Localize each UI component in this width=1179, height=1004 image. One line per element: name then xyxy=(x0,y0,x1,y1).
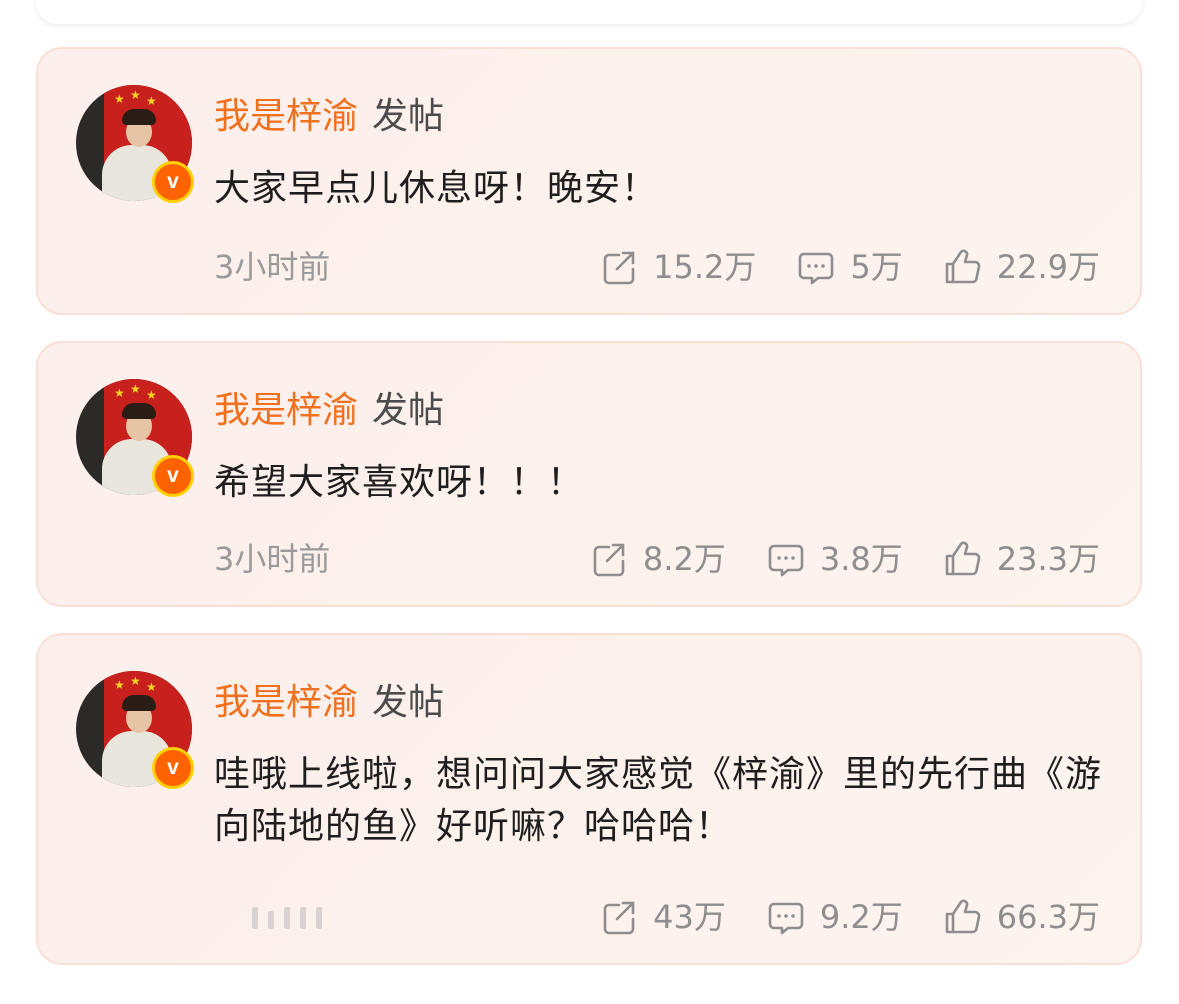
comment-count: 3.8万 xyxy=(819,540,903,578)
post-card[interactable]: ★ ★ ★ v 我是梓渝 发帖 大家早点儿休息呀！晚安！ 3小时前 15.2万 5… xyxy=(36,47,1142,315)
post-stats: 8.2万 3.8万 23.3万 xyxy=(549,539,1100,579)
comment-icon xyxy=(799,252,834,285)
share-button[interactable]: 43万 xyxy=(599,897,726,937)
like-count: 23.3万 xyxy=(996,540,1100,578)
like-button[interactable]: 23.3万 xyxy=(943,539,1100,579)
comment-count: 9.2万 xyxy=(819,898,903,936)
share-button[interactable]: 8.2万 xyxy=(589,539,726,579)
verified-v-icon: v xyxy=(152,161,194,203)
share-button[interactable]: 15.2万 xyxy=(599,247,756,287)
post-card[interactable]: ★ ★ ★ v 我是梓渝 发帖 哇哦上线啦，想问问大家感觉《梓渝》里的先行曲《游向… xyxy=(36,633,1142,965)
author-name[interactable]: 我是梓渝 xyxy=(214,390,358,431)
share-count: 8.2万 xyxy=(642,540,726,578)
author-avatar[interactable]: ★ ★ ★ v xyxy=(76,85,194,203)
share-icon xyxy=(603,251,635,285)
post-time: 3小时前 xyxy=(214,540,331,578)
post-header: 我是梓渝 发帖 xyxy=(214,93,444,141)
like-button[interactable]: 22.9万 xyxy=(943,247,1100,287)
verified-v-icon: v xyxy=(152,747,194,789)
like-button[interactable]: 66.3万 xyxy=(943,897,1100,937)
post-feed: ★ ★ ★ v 我是梓渝 发帖 大家早点儿休息呀！晚安！ 3小时前 15.2万 5… xyxy=(36,47,1142,991)
comment-count: 5万 xyxy=(850,248,903,286)
author-name[interactable]: 我是梓渝 xyxy=(214,96,358,137)
author-name[interactable]: 我是梓渝 xyxy=(214,682,358,723)
comment-button[interactable]: 9.2万 xyxy=(766,897,903,937)
post-header: 我是梓渝 发帖 xyxy=(214,679,444,727)
post-content[interactable]: 大家早点儿休息呀！晚安！ xyxy=(214,163,1104,215)
obscured-timestamp xyxy=(252,907,332,929)
share-count: 15.2万 xyxy=(653,248,757,286)
author-avatar[interactable]: ★ ★ ★ v xyxy=(76,379,194,497)
comment-button[interactable]: 5万 xyxy=(796,247,903,287)
comment-button[interactable]: 3.8万 xyxy=(766,539,903,579)
author-avatar[interactable]: ★ ★ ★ v xyxy=(76,671,194,789)
share-icon xyxy=(593,543,625,577)
post-header: 我是梓渝 发帖 xyxy=(214,387,444,435)
post-content[interactable]: 希望大家喜欢呀！！！ xyxy=(214,457,1104,509)
verified-v-icon: v xyxy=(152,455,194,497)
like-icon xyxy=(945,541,981,576)
post-action-label: 发帖 xyxy=(372,390,445,431)
post-card[interactable]: ★ ★ ★ v 我是梓渝 发帖 希望大家喜欢呀！！！ 3小时前 8.2万 3.8万… xyxy=(36,341,1142,607)
like-count: 66.3万 xyxy=(996,898,1100,936)
like-icon xyxy=(945,249,981,284)
post-time: 3小时前 xyxy=(214,248,331,286)
share-icon xyxy=(603,901,635,935)
post-stats: 15.2万 5万 22.9万 xyxy=(559,247,1100,287)
like-count: 22.9万 xyxy=(996,248,1100,286)
comment-icon xyxy=(768,544,804,577)
post-action-label: 发帖 xyxy=(372,682,445,723)
like-icon xyxy=(945,899,981,934)
comment-icon xyxy=(768,902,804,935)
post-stats: 43万 9.2万 66.3万 xyxy=(559,897,1100,937)
post-action-label: 发帖 xyxy=(372,96,445,137)
post-content[interactable]: 哇哦上线啦，想问问大家感觉《梓渝》里的先行曲《游向陆地的鱼》好听嘛？哈哈哈！ xyxy=(214,749,1104,853)
previous-card-edge xyxy=(36,0,1142,24)
share-count: 43万 xyxy=(653,898,726,936)
